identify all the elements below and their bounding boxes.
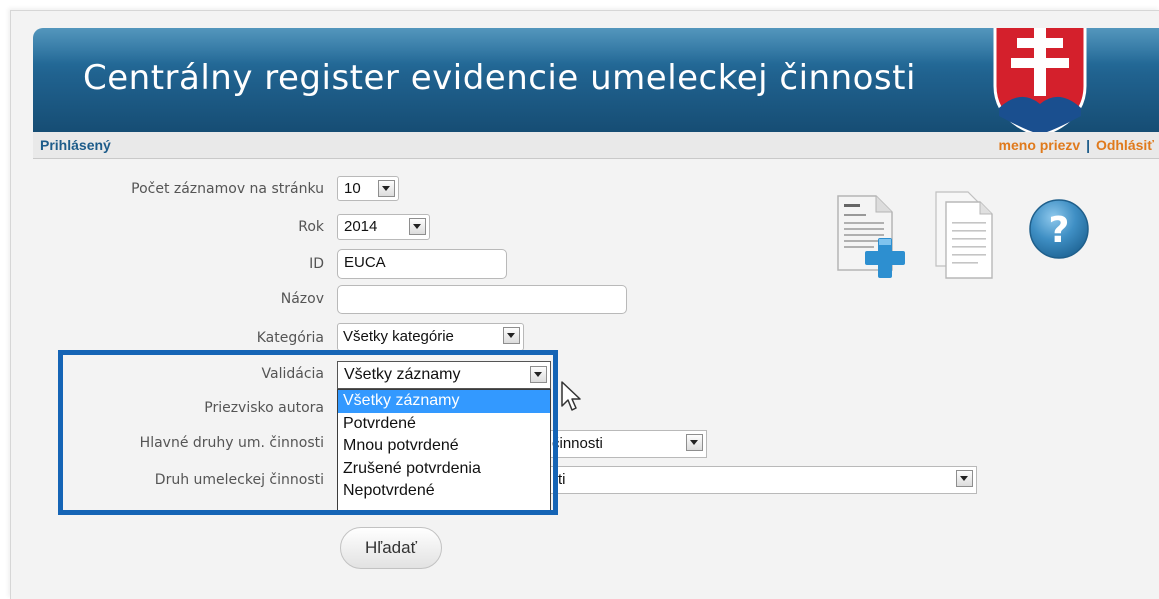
id-input[interactable]: EUCA: [337, 249, 507, 279]
chevron-down-icon[interactable]: [956, 470, 973, 487]
documents-icon[interactable]: [932, 188, 996, 282]
per-page-value: 10: [344, 180, 361, 197]
name-input[interactable]: [337, 285, 627, 314]
search-button[interactable]: Hľadať: [340, 527, 442, 569]
year-select[interactable]: 2014: [337, 214, 430, 240]
help-icon[interactable]: ?: [1028, 198, 1090, 260]
type-value: ti: [558, 471, 566, 488]
per-page-label: Počet záznamov na stránku: [131, 181, 324, 197]
per-page-select[interactable]: 10: [337, 176, 399, 201]
chevron-down-icon[interactable]: [686, 434, 703, 451]
chevron-down-icon[interactable]: [409, 218, 426, 235]
svg-text:?: ?: [1049, 210, 1070, 251]
id-value: EUCA: [344, 254, 386, 271]
status-bar: Prihlásený meno priezv | Odhlásiť: [33, 132, 1159, 159]
slovak-coat-of-arms-icon: [993, 28, 1087, 132]
chevron-down-icon[interactable]: [503, 327, 520, 344]
header-banner: Centrálny register evidencie umeleckej č…: [33, 28, 1159, 132]
logout-link[interactable]: Odhlásiť: [1096, 137, 1154, 153]
highlight-box: [58, 350, 558, 515]
id-label: ID: [309, 256, 324, 272]
user-links: meno priezv | Odhlásiť: [999, 137, 1154, 153]
mouse-cursor-icon: [561, 381, 581, 411]
main-types-value: činnosti: [552, 435, 603, 452]
link-separator: |: [1086, 137, 1091, 153]
user-name-link[interactable]: meno priezv: [999, 137, 1081, 153]
category-select[interactable]: Všetky kategórie: [337, 323, 524, 351]
logged-in-label: Prihlásený: [40, 137, 111, 153]
year-label: Rok: [298, 219, 324, 235]
category-value: Všetky kategórie: [343, 328, 454, 345]
year-value: 2014: [344, 218, 378, 235]
name-label: Názov: [280, 291, 324, 307]
new-document-icon[interactable]: [834, 192, 914, 284]
category-label: Kategória: [256, 330, 324, 346]
app-title: Centrálny register evidencie umeleckej č…: [83, 58, 916, 98]
chevron-down-icon[interactable]: [378, 180, 395, 197]
